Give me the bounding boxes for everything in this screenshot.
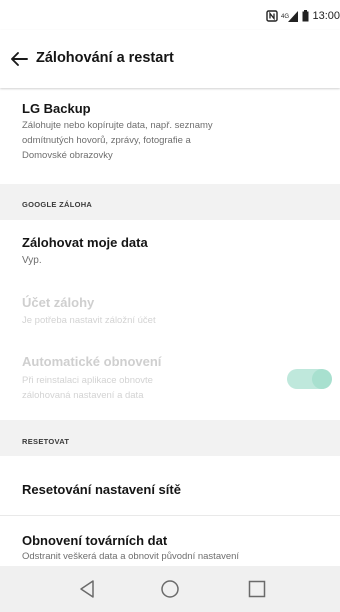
home-circle-icon <box>161 580 179 598</box>
status-time: 13:00 <box>312 10 340 22</box>
backup-my-data-item[interactable]: Zálohovat moje data Vyp. <box>0 220 340 282</box>
back-button[interactable] <box>6 46 32 72</box>
network-reset-title: Resetování nastavení sítě <box>22 482 181 497</box>
lg-backup-subtitle-line: Domovské obrazovky <box>22 150 113 161</box>
network-reset-item[interactable]: Resetování nastavení sítě <box>0 456 340 516</box>
lg-backup-item[interactable]: LG Backup Zálohujte nebo kopírujte data,… <box>0 88 340 184</box>
backup-account-item: Účet zálohy Je potřeba nastavit záložní … <box>0 282 340 344</box>
nav-home-button[interactable] <box>157 577 183 601</box>
status-icons: 4G 13:00 <box>266 9 340 23</box>
auto-restore-subtitle: Při reinstalaci aplikace obnovte zálohov… <box>22 373 252 403</box>
auto-restore-toggle[interactable] <box>287 368 332 390</box>
battery-icon <box>302 10 309 22</box>
recents-square-icon <box>248 580 266 598</box>
backup-my-data-value: Vyp. <box>22 255 42 266</box>
backup-account-subtitle: Je potřeba nastavit záložní účet <box>22 315 156 326</box>
status-bar: 4G 13:00 <box>0 0 340 30</box>
factory-reset-item[interactable]: Obnovení továrních dat Odstranit veškerá… <box>0 516 340 566</box>
back-triangle-icon <box>80 580 94 598</box>
signal-icon: 4G <box>281 10 299 22</box>
svg-text:4G: 4G <box>281 14 289 20</box>
page-title: Zálohování a restart <box>36 50 174 66</box>
auto-restore-subtitle-line: zálohovaná nastavení a data <box>22 390 144 401</box>
nav-back-button[interactable] <box>74 577 100 601</box>
section-label: RESETOVAT <box>22 437 70 446</box>
section-reset: RESETOVAT <box>0 420 340 456</box>
lg-backup-subtitle-line: odmítnutých hovorů, zprávy, fotografie a <box>22 135 191 146</box>
factory-reset-title: Obnovení továrních dat <box>22 533 168 548</box>
section-google-backup: GOOGLE ZÁLOHA <box>0 184 340 220</box>
app-bar: Zálohování a restart <box>0 30 340 88</box>
section-label: GOOGLE ZÁLOHA <box>22 200 93 209</box>
auto-restore-title: Automatické obnovení <box>22 354 162 369</box>
arrow-left-icon <box>11 52 28 66</box>
nav-recents-button[interactable] <box>244 577 270 601</box>
auto-restore-subtitle-line: Při reinstalaci aplikace obnovte <box>22 375 153 386</box>
backup-account-title: Účet zálohy <box>22 295 95 310</box>
lg-backup-title: LG Backup <box>22 101 91 116</box>
factory-reset-subtitle: Odstranit veškerá data a obnovit původní… <box>22 551 240 562</box>
nfc-icon <box>266 10 279 22</box>
navigation-bar <box>0 566 340 612</box>
lg-backup-subtitle: Zálohujte nebo kopírujte data, např. sez… <box>22 118 312 163</box>
toggle-thumb <box>312 369 332 389</box>
backup-my-data-title: Zálohovat moje data <box>22 235 148 250</box>
lg-backup-subtitle-line: Zálohujte nebo kopírujte data, např. sez… <box>22 120 213 131</box>
